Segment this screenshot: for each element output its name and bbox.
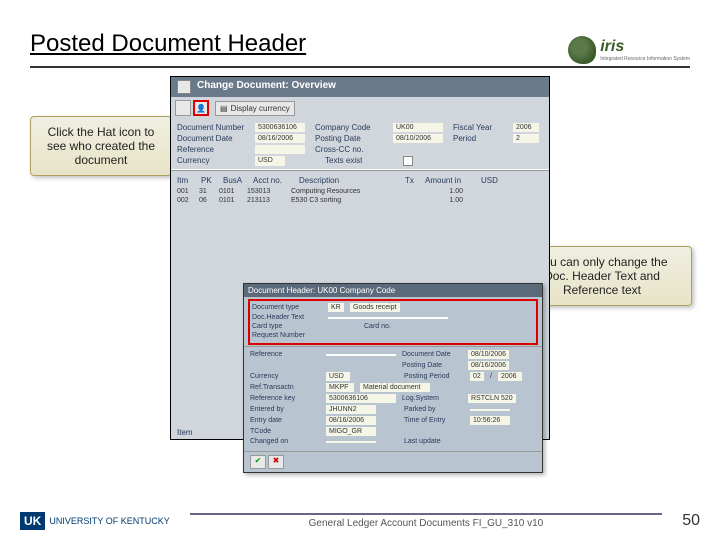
lbl-period: Period xyxy=(453,134,503,143)
lbl-posting-period: Posting Period xyxy=(404,373,464,380)
val-currency: USD xyxy=(255,156,285,166)
lbl-tcode: TCode xyxy=(250,428,320,435)
footer-doc-ref: General Ledger Account Documents FI_GU_3… xyxy=(190,513,663,529)
display-currency-button[interactable]: ▤ Display currency xyxy=(215,101,295,116)
lbl-reference: Reference xyxy=(177,145,245,154)
val-p-posting-date: 08/16/2006 xyxy=(468,361,509,370)
popup-ok-button[interactable]: ✔ xyxy=(250,455,266,469)
val-changed-on xyxy=(326,441,376,443)
line-items-header: Itm PK BusA Acct no. Description Tx Amou… xyxy=(177,174,543,187)
val-parked-by xyxy=(470,409,510,411)
table-row: 001 31 0101 153013 Computing Resources 1… xyxy=(177,187,543,196)
lbl-p-currency: Currency xyxy=(250,373,320,380)
lbl-currency: Currency xyxy=(177,156,245,166)
val-period-y: 2006 xyxy=(498,372,522,381)
texts-exist-checkbox[interactable] xyxy=(403,156,413,166)
val-period: 2 xyxy=(513,134,539,143)
table-row: 002 06 0101 213113 E530 C3 sorting 1.00 xyxy=(177,196,543,205)
lbl-parked-by: Parked by xyxy=(404,406,464,413)
val-ref-key: 5300636106 xyxy=(326,394,396,403)
val-reference xyxy=(255,145,305,154)
university-name: UNIVERSITY OF KENTUCKY xyxy=(49,516,169,526)
sap-window-title: Change Document: Overview xyxy=(197,80,336,94)
lbl-doc-number: Document Number xyxy=(177,123,245,132)
page-number: 50 xyxy=(682,512,700,530)
callout-hat-icon: Click the Hat icon to see who created th… xyxy=(30,116,172,176)
val-doc-date: 08/16/2006 xyxy=(255,134,305,143)
sap-titlebar: Change Document: Overview xyxy=(171,77,549,97)
lbl-last-update: Last update xyxy=(404,438,464,445)
lbl-company-code: Company Code xyxy=(315,123,383,132)
lbl-doc-type: Document type xyxy=(252,304,322,311)
overview-icon xyxy=(177,80,191,94)
lbl-p-doc-date: Document Date xyxy=(402,351,462,358)
logo-text: iris xyxy=(600,38,624,55)
uk-badge: UK xyxy=(20,512,45,530)
val-entry-date: 08/16/2006 xyxy=(326,416,376,425)
lbl-header-text: Doc.Header Text xyxy=(252,314,322,321)
val-p-currency: USD xyxy=(326,372,350,381)
val-tcode: MIGO_GR xyxy=(326,427,376,436)
lbl-entry-date: Entry date xyxy=(250,417,320,424)
display-currency-label: Display currency xyxy=(231,104,290,113)
sap-screenshot: Change Document: Overview 👤 ▤ Display cu… xyxy=(170,76,550,440)
toolbar-btn-1[interactable] xyxy=(175,100,191,116)
lbl-cross-cc: Cross-CC no. xyxy=(315,145,383,154)
val-doc-type-code: KR xyxy=(328,303,344,312)
sap-toolbar: 👤 ▤ Display currency xyxy=(171,97,549,119)
val-company-code: UK00 xyxy=(393,123,443,132)
lbl-card-type: Card type xyxy=(252,323,322,330)
lbl-log-system: Log.System xyxy=(402,395,462,402)
brand-logo: iris Integrated Resource Information Sys… xyxy=(568,30,690,64)
lbl-time-entry: Time of Entry xyxy=(404,417,464,424)
logo-subtext: Integrated Resource Information System xyxy=(600,56,690,62)
hat-icon[interactable]: 👤 xyxy=(193,100,209,116)
val-log-system: RSTCLN 520 xyxy=(468,394,516,403)
lbl-p-reference: Reference xyxy=(250,351,320,358)
lbl-ref-key: Reference key xyxy=(250,395,320,402)
lbl-request-num: Request Number xyxy=(252,332,322,339)
val-p-doc-date: 08/10/2006 xyxy=(468,350,509,359)
stack-icon: ▤ xyxy=(220,104,228,113)
university-logo: UK UNIVERSITY OF KENTUCKY xyxy=(20,512,170,530)
header-text-input[interactable] xyxy=(328,317,448,319)
popup-title: Document Header: UK00 Company Code xyxy=(244,284,542,297)
val-ref-trans-desc: Material document xyxy=(360,383,430,392)
val-doc-type: Goods receipt xyxy=(350,303,400,312)
val-period-m: 02 xyxy=(470,372,484,381)
reference-input[interactable] xyxy=(326,354,396,356)
page-title: Posted Document Header xyxy=(30,30,306,58)
lbl-entered-by: Entered by xyxy=(250,406,320,413)
lbl-posting-date: Posting Date xyxy=(315,134,383,143)
lbl-doc-date: Document Date xyxy=(177,134,245,143)
lbl-ref-trans: Ref.Transactn xyxy=(250,384,320,391)
popup-cancel-button[interactable]: ✖ xyxy=(268,455,284,469)
document-header-popup: Document Header: UK00 Company Code Docum… xyxy=(243,283,543,473)
lbl-changed-on: Changed on xyxy=(250,438,320,445)
val-fiscal-year: 2006 xyxy=(513,123,539,132)
val-ref-trans: MKPF xyxy=(326,383,354,392)
val-doc-number: 5300636106 xyxy=(255,123,305,132)
val-posting-date: 08/10/2006 xyxy=(393,134,443,143)
lbl-card-no: Card no. xyxy=(364,323,434,330)
iris-icon xyxy=(568,36,596,64)
lbl-texts-exist: Texts exist xyxy=(325,156,393,166)
lbl-fiscal-year: Fiscal Year xyxy=(453,123,503,132)
lbl-item: Item xyxy=(177,428,193,437)
lbl-p-posting-date: Posting Date xyxy=(402,362,462,369)
val-entered-by: JHUNN2 xyxy=(326,405,376,414)
val-time-entry: 10:56:26 xyxy=(470,416,510,425)
